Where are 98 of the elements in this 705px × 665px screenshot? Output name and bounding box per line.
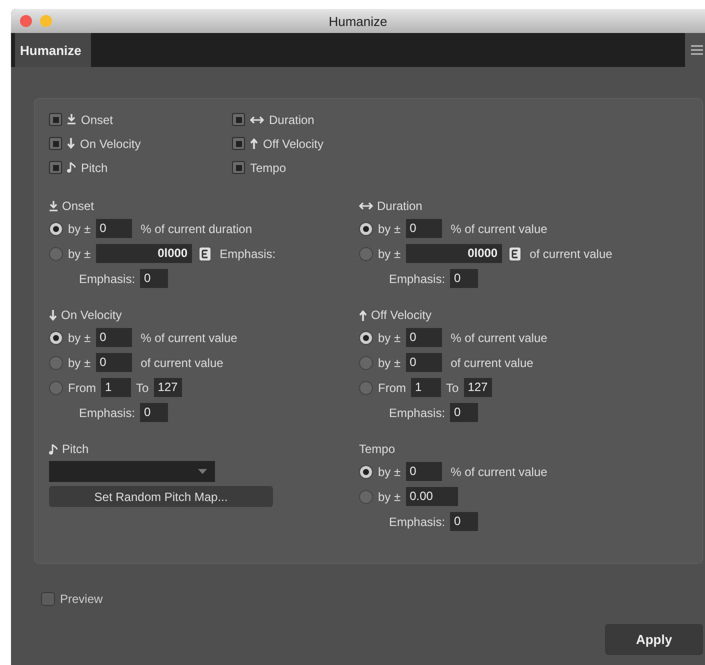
field-label: Emphasis:: [389, 406, 446, 420]
input-field[interactable]: 0: [406, 328, 442, 347]
option-label: by ±: [68, 330, 91, 344]
input-field[interactable]: 0l000: [96, 244, 192, 263]
close-button[interactable]: [20, 15, 32, 27]
section-title: On Velocity: [61, 308, 122, 322]
menu-icon[interactable]: [691, 45, 703, 55]
option-label: % of current value: [140, 330, 238, 344]
option-label: From: [378, 380, 406, 394]
radio-button[interactable]: [359, 330, 373, 344]
checkbox-label: Tempo: [250, 160, 286, 174]
option-label: by ±: [378, 464, 401, 478]
option-label: by ±: [68, 222, 91, 236]
option-label: From: [68, 380, 96, 394]
input-field[interactable]: 0: [406, 219, 442, 238]
tab[interactable]: Humanize: [15, 33, 92, 67]
radio-button[interactable]: [359, 490, 373, 504]
apply-button[interactable]: Apply: [605, 624, 703, 655]
double-arrow-icon: [359, 202, 373, 210]
radio-button[interactable]: [359, 246, 373, 260]
field-label: Emphasis:: [389, 514, 446, 528]
onset-icon: [49, 200, 58, 212]
input-field[interactable]: 1: [411, 378, 441, 397]
section-title: Duration: [377, 199, 422, 213]
option-label: by ±: [378, 356, 401, 370]
editor-icon[interactable]: [198, 246, 211, 260]
option-label: % of current value: [450, 330, 548, 344]
option-label: % of current value: [450, 464, 548, 478]
section-title: Pitch: [62, 442, 89, 456]
option-label: To: [136, 380, 149, 394]
checkbox-label: Off Velocity: [263, 136, 324, 150]
option-label: of current value: [140, 356, 224, 370]
onset-icon: [67, 114, 76, 125]
option-label: % of current duration: [140, 222, 252, 236]
checkbox[interactable]: [232, 161, 245, 174]
input-field[interactable]: 0: [450, 269, 478, 288]
checkbox[interactable]: [232, 113, 245, 126]
radio-button[interactable]: [49, 222, 63, 236]
section-title: Tempo: [359, 442, 396, 456]
music-note-icon: [67, 162, 76, 173]
option-label: by ±: [68, 246, 91, 260]
input-field[interactable]: 0: [406, 353, 442, 372]
radio-button[interactable]: [49, 246, 63, 260]
input-field[interactable]: 1: [101, 378, 131, 397]
checkbox-label: Duration: [269, 112, 314, 126]
radio-button[interactable]: [49, 356, 63, 370]
pitch-map-button[interactable]: Set Random Pitch Map...: [49, 486, 273, 507]
input-field[interactable]: 0: [96, 219, 132, 238]
checkbox[interactable]: [49, 113, 62, 126]
input-field[interactable]: 0l000: [406, 244, 502, 263]
checkbox-label: Onset: [81, 112, 114, 126]
option-label: of current value: [450, 356, 534, 370]
input-field[interactable]: 0: [450, 512, 478, 531]
radio-button[interactable]: [49, 330, 63, 344]
option-label: by ±: [378, 490, 401, 504]
radio-button[interactable]: [359, 222, 373, 236]
radio-button[interactable]: [359, 356, 373, 370]
input-field[interactable]: 0: [450, 403, 478, 422]
input-field[interactable]: 0: [406, 462, 442, 481]
option-label: Emphasis:: [220, 246, 276, 260]
input-field[interactable]: 0: [140, 269, 168, 288]
caret-icon: [198, 469, 207, 474]
option-label: of current value: [530, 246, 612, 260]
section-title: Onset: [62, 199, 94, 213]
input-field[interactable]: 0: [96, 328, 132, 347]
checkbox-label: Pitch: [81, 160, 108, 174]
radio-button[interactable]: [359, 380, 373, 394]
option-label: by ±: [378, 222, 401, 236]
option-label: To: [446, 380, 459, 394]
checkbox[interactable]: [232, 137, 245, 150]
down-arrow-icon: [49, 310, 57, 320]
checkbox-label: On Velocity: [80, 136, 141, 150]
option-label: by ±: [68, 356, 91, 370]
input-field[interactable]: 127: [464, 378, 492, 397]
radio-button[interactable]: [359, 464, 373, 478]
input-field[interactable]: 127: [154, 378, 182, 397]
section-title: Off Velocity: [371, 308, 432, 322]
checkbox[interactable]: [49, 137, 62, 150]
option-label: by ±: [378, 246, 401, 260]
double-arrow-icon: [250, 116, 264, 124]
up-arrow-icon: [250, 138, 258, 149]
up-arrow-icon: [359, 310, 367, 320]
field-label: Emphasis:: [79, 272, 136, 286]
checkbox[interactable]: [49, 161, 62, 174]
window-title: Humanize: [328, 14, 388, 28]
checkbox-label: Preview: [60, 592, 103, 606]
input-field[interactable]: 0.00: [406, 487, 458, 506]
field-label: Emphasis:: [79, 406, 136, 420]
down-arrow-icon: [67, 138, 75, 149]
music-note-icon: [49, 444, 58, 454]
input-field[interactable]: 0: [140, 403, 168, 422]
field-label: Emphasis:: [389, 272, 446, 286]
input-field[interactable]: 0: [96, 353, 132, 372]
checkbox[interactable]: [41, 592, 55, 606]
editor-icon[interactable]: [508, 246, 521, 260]
option-label: by ±: [378, 330, 401, 344]
radio-button[interactable]: [49, 380, 63, 394]
option-label: % of current value: [450, 222, 548, 236]
